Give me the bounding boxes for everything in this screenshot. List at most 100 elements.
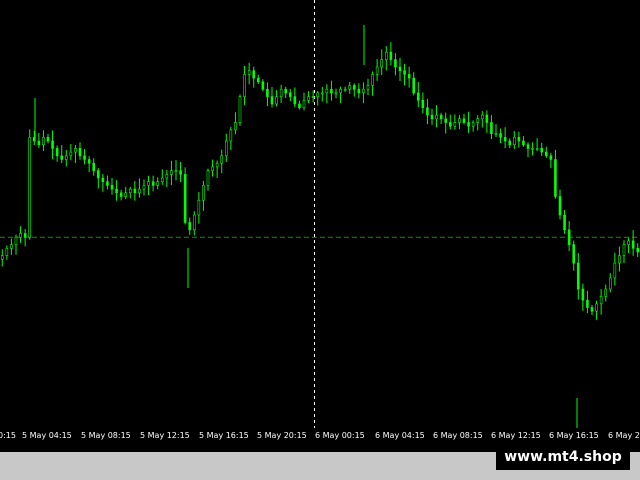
candle-body [151,181,155,186]
candle-body [165,174,169,179]
candle-body [435,114,438,120]
candle-body [371,74,374,86]
candle-body [96,170,100,179]
time-axis-label: 6 May 08:15 [433,431,483,440]
candle-body [42,137,45,146]
candle-body [581,288,585,301]
candle-body [170,170,173,175]
candle-body [412,77,416,94]
candle-body [348,85,352,90]
candle-body [307,96,310,101]
candle-body [540,148,544,153]
candle-body [147,181,150,186]
candle-body [92,162,96,171]
price-chart[interactable] [0,0,640,428]
candle-body [215,162,219,168]
candle-body [115,188,118,194]
candle-body [631,240,635,249]
candle-body [302,100,306,109]
time-axis-label: 5 May 04:15 [22,431,72,440]
candle-body [453,122,457,127]
candle-body [101,177,105,183]
candle-body [599,296,603,305]
candle-body [256,77,260,83]
time-axis-label: 5 May 16:15 [199,431,249,440]
candle-body [224,140,228,157]
candle-body [325,88,329,94]
candle-body [124,192,128,197]
candle-body [238,96,242,123]
candle-body [78,148,82,157]
candle-body [252,70,256,79]
candle-body [586,299,589,308]
candle-body [74,148,77,153]
candle-body [458,118,461,123]
candle-body [64,155,68,160]
candle-body [490,122,493,134]
watermark-label: www.mt4.shop [496,444,630,470]
candle-body [87,159,91,164]
candle-body [499,133,502,138]
candle-body [485,114,489,123]
chart-canvas[interactable] [0,0,640,428]
candle-body [202,185,205,201]
candle-body [5,248,9,257]
candle-body [476,118,480,123]
candle-body [608,277,612,290]
candle-body [627,240,630,245]
candle-body [503,137,507,142]
candle-body [467,122,470,127]
candle-body [197,199,201,216]
candle-body [343,88,347,91]
candle-body [0,255,4,260]
time-axis-label: 5 May 08:15 [81,431,131,440]
candle-body [10,244,13,249]
candle-body [389,51,393,60]
candle-body [311,96,315,98]
candle-body [558,196,562,216]
candle-body [28,137,32,238]
candle-body [288,92,292,97]
candle-body [430,114,434,120]
candle-body [188,222,192,231]
candle-body [220,155,224,164]
candle-body [160,177,164,183]
candle-body [439,114,443,120]
candle-body [535,148,539,150]
candle-body [421,100,425,109]
candle-body [567,229,571,245]
candle-body [595,303,598,312]
candle-body [46,137,50,142]
candle-body [407,74,411,79]
candle-body [549,155,553,160]
candle-body [110,185,114,190]
candle-body [426,107,429,116]
candle-body [316,92,320,97]
candle-body [179,170,182,175]
candle-body [261,81,265,90]
candle-body [544,151,548,157]
candle-body [636,248,640,253]
candle-body [83,155,86,160]
candle-body [229,129,233,142]
candle-body [352,85,356,90]
candle-body [531,148,534,150]
candle-body [362,88,365,94]
candle-body [590,307,594,312]
time-axis-label: 6 May 12:15 [491,431,541,440]
candle-body [298,103,301,108]
candle-body [206,170,210,186]
candle-body [51,140,54,149]
time-axis-label: 6 May 00:15 [315,431,365,440]
candle-body [622,244,626,257]
candle-body [234,122,237,131]
candle-body [416,92,420,101]
candle-body [366,85,370,90]
candle-body [480,114,484,120]
time-axis-label: 0:15 [0,431,16,440]
candle-body [279,88,283,97]
candle-body [448,122,452,127]
candle-body [618,255,621,264]
candle-body [243,74,246,97]
time-axis-label: 6 May 2 [608,431,640,440]
